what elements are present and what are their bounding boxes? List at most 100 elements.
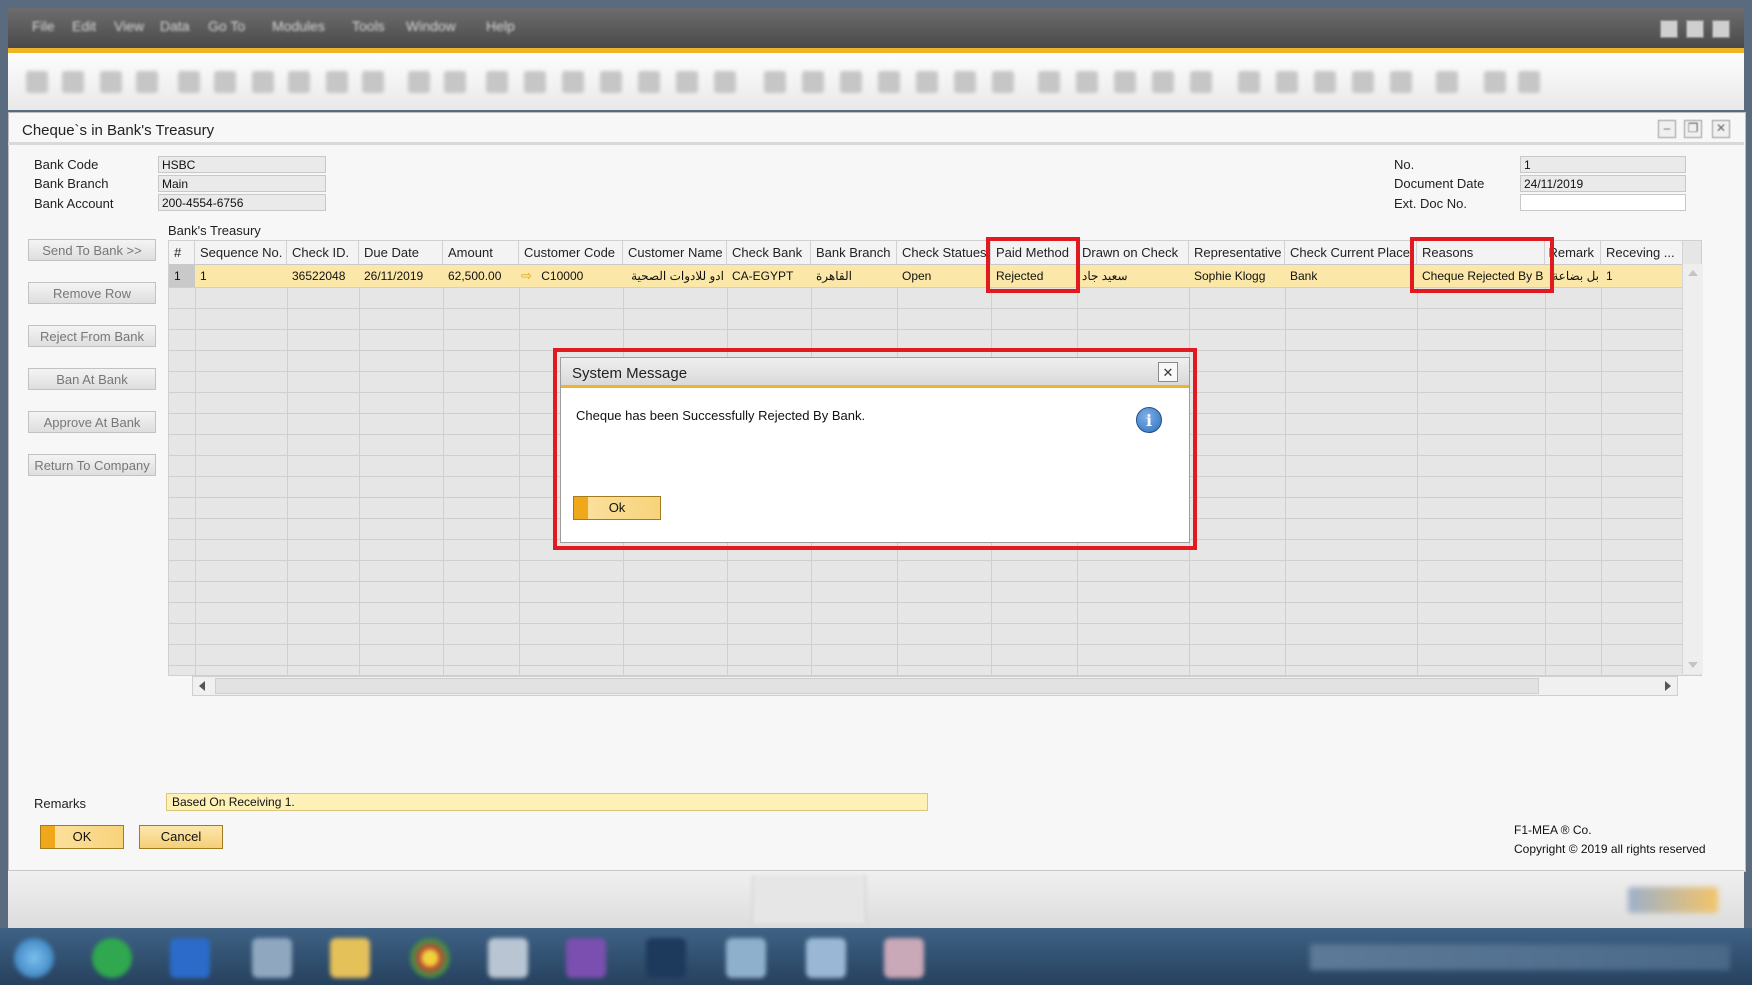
toolbar-print-icon[interactable] bbox=[26, 71, 48, 93]
bank-branch-cell[interactable]: القاهرة bbox=[811, 265, 897, 287]
remarks-field[interactable]: Based On Receiving 1. bbox=[166, 793, 928, 811]
toolbar-journal-icon[interactable] bbox=[840, 71, 862, 93]
taskbar-app3-icon[interactable] bbox=[726, 938, 766, 978]
drawn-on-check-cell[interactable]: سعيد جاد bbox=[1077, 265, 1189, 287]
grid-vertical-scrollbar[interactable] bbox=[1682, 264, 1703, 674]
col-header-check-id[interactable]: Check ID. bbox=[287, 241, 359, 265]
toolbar-msg-icon[interactable] bbox=[1152, 71, 1174, 93]
toolbar-export-icon[interactable] bbox=[136, 71, 158, 93]
toolbar-window-icon[interactable] bbox=[1484, 71, 1506, 93]
ok-button[interactable]: OK bbox=[40, 825, 124, 849]
toolbar-excel-icon[interactable] bbox=[178, 71, 200, 93]
toolbar-first-icon[interactable] bbox=[486, 71, 508, 93]
grid-horizontal-scrollbar[interactable] bbox=[192, 676, 1678, 696]
toolbar-alert-icon[interactable] bbox=[1190, 71, 1212, 93]
toolbar-refresh-icon[interactable] bbox=[638, 71, 660, 93]
toolbar-edit-icon[interactable] bbox=[1038, 71, 1060, 93]
menu-modules[interactable]: Modules bbox=[272, 18, 325, 34]
document-date-field[interactable]: 24/11/2019 bbox=[1520, 175, 1686, 192]
col-header-bank-branch[interactable]: Bank Branch bbox=[811, 241, 897, 265]
taskbar-sap-icon[interactable] bbox=[488, 938, 528, 978]
toolbar-launch-icon[interactable] bbox=[288, 71, 310, 93]
menu-edit[interactable]: Edit bbox=[72, 18, 96, 34]
check-current-place-cell[interactable]: Bank bbox=[1285, 265, 1417, 287]
toolbar-payment-icon[interactable] bbox=[878, 71, 900, 93]
toolbar-help-icon[interactable] bbox=[1436, 71, 1458, 93]
col-header-due-date[interactable]: Due Date bbox=[359, 241, 443, 265]
toolbar-settings-icon[interactable] bbox=[992, 71, 1014, 93]
toolbar-paste-icon[interactable] bbox=[1114, 71, 1136, 93]
check-status-cell[interactable]: Open bbox=[897, 265, 991, 287]
dialog-ok-button[interactable]: Ok bbox=[573, 496, 661, 520]
toolbar-pdf-icon[interactable] bbox=[252, 71, 274, 93]
toolbar-filter-icon[interactable] bbox=[676, 71, 698, 93]
taskbar-app2-icon[interactable] bbox=[252, 938, 292, 978]
toolbar-copy-icon[interactable] bbox=[1076, 71, 1098, 93]
app-minimize-icon[interactable] bbox=[1660, 20, 1678, 38]
scroll-down-icon[interactable] bbox=[1688, 662, 1698, 668]
menu-goto[interactable]: Go To bbox=[208, 18, 245, 34]
menu-tools[interactable]: Tools bbox=[352, 18, 385, 34]
reject-from-bank-button[interactable]: Reject From Bank bbox=[28, 325, 156, 347]
bank-branch-field[interactable]: Main bbox=[158, 175, 326, 192]
toolbar-base-doc-icon[interactable] bbox=[764, 71, 786, 93]
customer-code-cell[interactable]: ⇨ C10000 bbox=[519, 265, 623, 287]
col-header-customer-name[interactable]: Customer Name bbox=[623, 241, 727, 265]
scroll-right-icon[interactable] bbox=[1665, 681, 1671, 691]
toolbar-cascade-icon[interactable] bbox=[1518, 71, 1540, 93]
menu-view[interactable]: View bbox=[114, 18, 144, 34]
taskbar-outlook-icon[interactable] bbox=[170, 938, 210, 978]
form-maximize-icon[interactable]: ❐ bbox=[1684, 120, 1702, 138]
col-header-index[interactable]: # bbox=[169, 241, 195, 265]
toolbar-sort-icon[interactable] bbox=[714, 71, 736, 93]
scroll-up-icon[interactable] bbox=[1688, 270, 1698, 276]
check-id-cell[interactable]: 36522048 bbox=[287, 265, 359, 287]
app-close-icon[interactable] bbox=[1712, 20, 1730, 38]
form-close-icon[interactable]: ✕ bbox=[1712, 120, 1730, 138]
toolbar-email-icon[interactable] bbox=[100, 71, 122, 93]
send-to-bank-button[interactable]: Send To Bank >> bbox=[28, 239, 156, 261]
toolbar-prev-icon[interactable] bbox=[524, 71, 546, 93]
toolbar-next-icon[interactable] bbox=[562, 71, 584, 93]
toolbar-users-icon[interactable] bbox=[1390, 71, 1412, 93]
toolbar-find-icon[interactable] bbox=[408, 71, 430, 93]
toolbar-form-icon[interactable] bbox=[362, 71, 384, 93]
col-header-drawn-on-check[interactable]: Drawn on Check bbox=[1077, 241, 1189, 265]
receving-cell[interactable]: 1 bbox=[1601, 265, 1683, 287]
check-bank-cell[interactable]: CA-EGYPT bbox=[727, 265, 811, 287]
link-arrow-icon[interactable]: ⇨ bbox=[521, 268, 532, 283]
toolbar-word-icon[interactable] bbox=[214, 71, 236, 93]
toolbar-preview-icon[interactable] bbox=[62, 71, 84, 93]
col-header-receving[interactable]: Receving ... bbox=[1601, 241, 1683, 265]
sequence-cell[interactable]: 1 bbox=[195, 265, 287, 287]
due-date-cell[interactable]: 26/11/2019 bbox=[359, 265, 443, 287]
taskbar-app-icon[interactable] bbox=[92, 938, 132, 978]
menu-window[interactable]: Window bbox=[406, 18, 456, 34]
approve-at-bank-button[interactable]: Approve At Bank bbox=[28, 411, 156, 433]
taskbar-app5-icon[interactable] bbox=[884, 938, 924, 978]
toolbar-last-icon[interactable] bbox=[600, 71, 622, 93]
taskbar-app4-icon[interactable] bbox=[806, 938, 846, 978]
toolbar-gross-icon[interactable] bbox=[916, 71, 938, 93]
taskbar-folder-icon[interactable] bbox=[330, 938, 370, 978]
start-icon[interactable] bbox=[14, 938, 54, 978]
app-restore-icon[interactable] bbox=[1686, 20, 1704, 38]
taskbar-visual-studio-icon[interactable] bbox=[566, 938, 606, 978]
col-header-amount[interactable]: Amount bbox=[443, 241, 519, 265]
toolbar-calc-icon[interactable] bbox=[1276, 71, 1298, 93]
col-header-representative[interactable]: Representative bbox=[1189, 241, 1285, 265]
toolbar-lock-icon[interactable] bbox=[326, 71, 348, 93]
toolbar-volume-icon[interactable] bbox=[954, 71, 976, 93]
ban-at-bank-button[interactable]: Ban At Bank bbox=[28, 368, 156, 390]
scroll-thumb[interactable] bbox=[215, 678, 1539, 694]
taskbar-chrome-icon[interactable] bbox=[410, 938, 450, 978]
cancel-button[interactable]: Cancel bbox=[139, 825, 223, 849]
toolbar-user-icon[interactable] bbox=[1352, 71, 1374, 93]
col-header-check-bank[interactable]: Check Bank bbox=[727, 241, 811, 265]
col-header-check-current-place[interactable]: Check Current Place bbox=[1285, 241, 1417, 265]
col-header-check-statues[interactable]: Check Statues bbox=[897, 241, 991, 265]
return-to-company-button[interactable]: Return To Company bbox=[28, 454, 156, 476]
toolbar-calendar-icon[interactable] bbox=[1238, 71, 1260, 93]
menu-data[interactable]: Data bbox=[160, 18, 190, 34]
toolbar-target-doc-icon[interactable] bbox=[802, 71, 824, 93]
